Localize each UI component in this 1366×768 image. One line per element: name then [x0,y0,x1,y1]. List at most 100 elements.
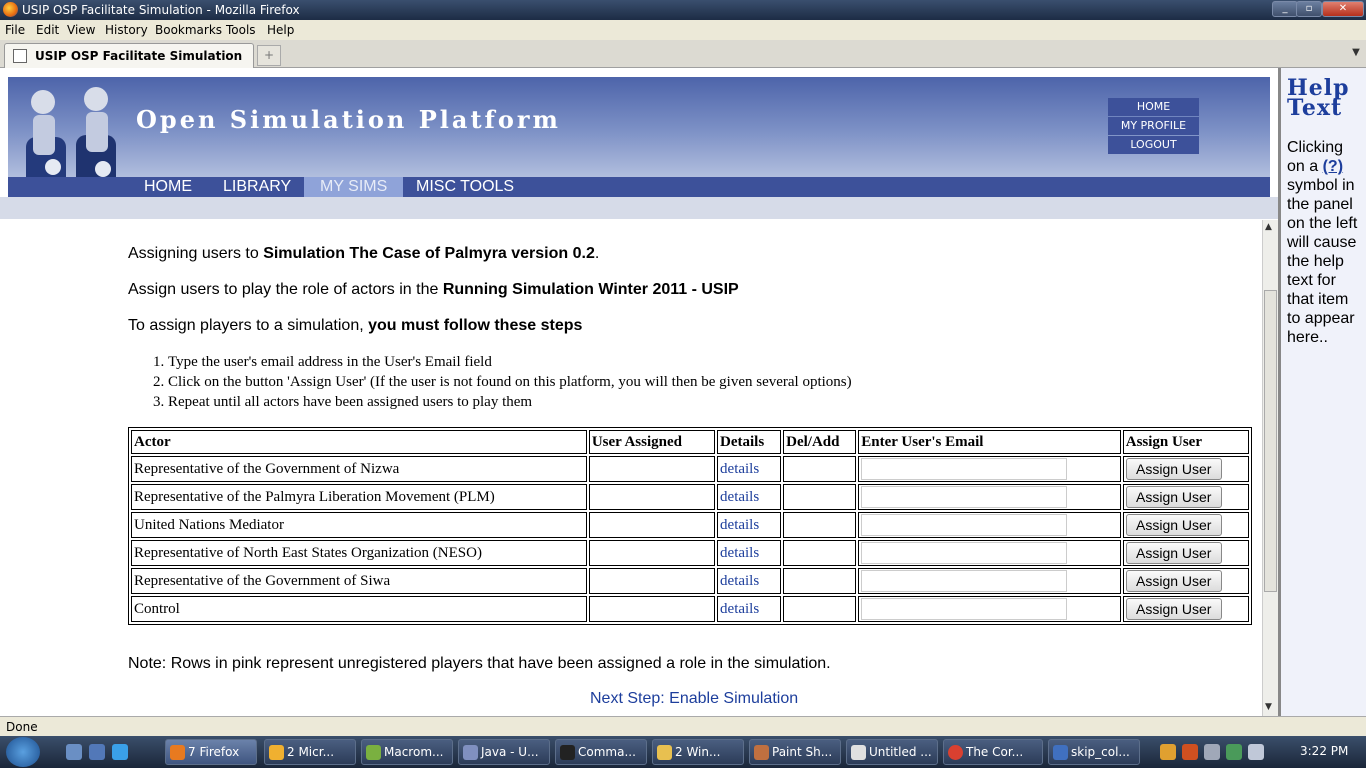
pink-rows-note: Note: Rows in pink represent unregistere… [128,655,831,672]
tray-app-icon[interactable] [1204,744,1220,760]
close-button[interactable]: ✕ [1322,1,1364,17]
assign-user-button[interactable]: Assign User [1125,514,1222,536]
scrollbar-thumb[interactable] [1264,290,1277,592]
details-link[interactable]: details [720,517,759,533]
menu-tools[interactable]: Tools [226,23,256,37]
assign-user-button[interactable]: Assign User [1125,458,1222,480]
assign-user-button[interactable]: Assign User [1125,598,1222,620]
tab-list-icon[interactable]: ▼ [1348,47,1364,63]
col-assign-user: Assign User [1122,430,1249,454]
taskbar-macromedia[interactable]: Macrom... [361,739,453,765]
firefox-icon [3,2,18,17]
details-link[interactable]: details [720,573,759,589]
del-add-cell [783,540,857,566]
next-step-link[interactable]: Next Step: Enable Simulation [590,690,798,708]
tab-label: USIP OSP Facilitate Simulation [35,49,243,63]
tray-app-icon[interactable] [1182,744,1198,760]
assign-user-button[interactable]: Assign User [1125,542,1222,564]
table-row: Representative of the Government of Siwa… [131,568,1249,594]
taskbar-windows-explorer[interactable]: 2 Win... [652,739,744,765]
actor-assignment-table: Actor User Assigned Details Del/Add Ente… [128,427,1252,625]
intro-line-3: To assign players to a simulation, you m… [128,317,583,334]
step-item: Click on the button 'Assign User' (If th… [168,372,852,392]
menu-help[interactable]: Help [267,23,294,37]
email-cell [858,456,1121,482]
col-details: Details [717,430,782,454]
taskbar-untitled[interactable]: Untitled ... [846,739,938,765]
details-cell: details [717,568,782,594]
scroll-down-icon[interactable]: ▼ [1265,702,1272,712]
tab-usip-osp[interactable]: USIP OSP Facilitate Simulation [4,43,254,68]
start-button-icon[interactable] [6,737,40,767]
taskbar-chrome[interactable]: The Cor... [943,739,1043,765]
taskbar-microsoft[interactable]: 2 Micr... [264,739,356,765]
assign-user-button[interactable]: Assign User [1125,570,1222,592]
nav-misc-tools[interactable]: MISC TOOLS [400,177,530,197]
main-nav: HOME LIBRARY MY SIMS MISC TOOLS [8,177,1270,197]
tab-bar: USIP OSP Facilitate Simulation + ▼ [0,40,1366,68]
details-link[interactable]: details [720,461,759,477]
assign-user-button[interactable]: Assign User [1125,486,1222,508]
table-row: Representative of the Palmyra Liberation… [131,484,1249,510]
email-input[interactable] [861,486,1068,508]
table-row: Representative of North East States Orga… [131,540,1249,566]
site-title: Open Simulation Platform [136,105,561,134]
scroll-up-icon[interactable]: ▲ [1265,222,1272,232]
banner-strip [0,197,1278,219]
menu-bookmarks[interactable]: Bookmarks [155,23,222,37]
table-row: Control details Assign User [131,596,1249,622]
user-assigned-cell [588,568,716,594]
email-input[interactable] [861,542,1068,564]
nav-home[interactable]: HOME [128,177,208,197]
nav-my-sims[interactable]: MY SIMS [304,177,404,197]
details-cell: details [717,456,782,482]
ie-icon[interactable] [112,744,128,760]
menu-edit[interactable]: Edit [36,23,59,37]
switch-windows-icon[interactable] [89,744,105,760]
vertical-scrollbar[interactable]: ▲ ▼ [1262,220,1278,716]
topnav-home[interactable]: HOME [1108,98,1199,116]
page-content: Open Simulation Platform HOME MY PROFILE… [0,68,1278,716]
minimize-button[interactable]: _ [1272,1,1298,17]
details-link[interactable]: details [720,489,759,505]
show-desktop-icon[interactable] [66,744,82,760]
help-title: Help Text [1287,75,1350,121]
taskbar-paint-shop[interactable]: Paint Sh... [749,739,841,765]
network-icon[interactable] [1226,744,1242,760]
status-text: Done [6,720,38,734]
menu-history[interactable]: History [105,23,148,37]
topnav-logout[interactable]: LOGOUT [1108,136,1199,154]
actor-cell: Representative of the Palmyra Liberation… [131,484,587,510]
taskbar-firefox[interactable]: 7 Firefox [165,739,257,765]
details-link[interactable]: details [720,545,759,561]
email-input[interactable] [861,598,1068,620]
intro-line-1: Assigning users to Simulation The Case o… [128,245,600,262]
help-symbol-link[interactable]: (?) [1323,158,1343,175]
taskbar-java[interactable]: Java - U... [458,739,550,765]
site-header: Open Simulation Platform HOME MY PROFILE… [8,77,1270,197]
actor-cell: Control [131,596,587,622]
details-link[interactable]: details [720,601,759,617]
email-input[interactable] [861,570,1068,592]
taskbar-clock[interactable]: 3:22 PM [1300,744,1348,758]
nav-library[interactable]: LIBRARY [207,177,307,197]
taskbar-command[interactable]: Comma... [555,739,647,765]
tray-app-icon[interactable] [1160,744,1176,760]
status-bar: Done [0,716,1366,736]
table-row: United Nations Mediator details Assign U… [131,512,1249,538]
topnav-my-profile[interactable]: MY PROFILE [1108,117,1199,135]
user-assigned-cell [588,456,716,482]
assign-cell: Assign User [1122,568,1249,594]
email-input[interactable] [861,458,1068,480]
actor-cell: Representative of the Government of Siwa [131,568,587,594]
email-input[interactable] [861,514,1068,536]
details-cell: details [717,484,782,510]
step-item: Type the user's email address in the Use… [168,352,852,372]
menu-file[interactable]: File [5,23,25,37]
menu-bar: File Edit View History Bookmarks Tools H… [0,20,1366,40]
menu-view[interactable]: View [67,23,95,37]
new-tab-button[interactable]: + [257,45,281,66]
maximize-button[interactable]: ▫ [1296,1,1322,17]
taskbar-skip-col[interactable]: skip_col... [1048,739,1140,765]
volume-icon[interactable] [1248,744,1264,760]
